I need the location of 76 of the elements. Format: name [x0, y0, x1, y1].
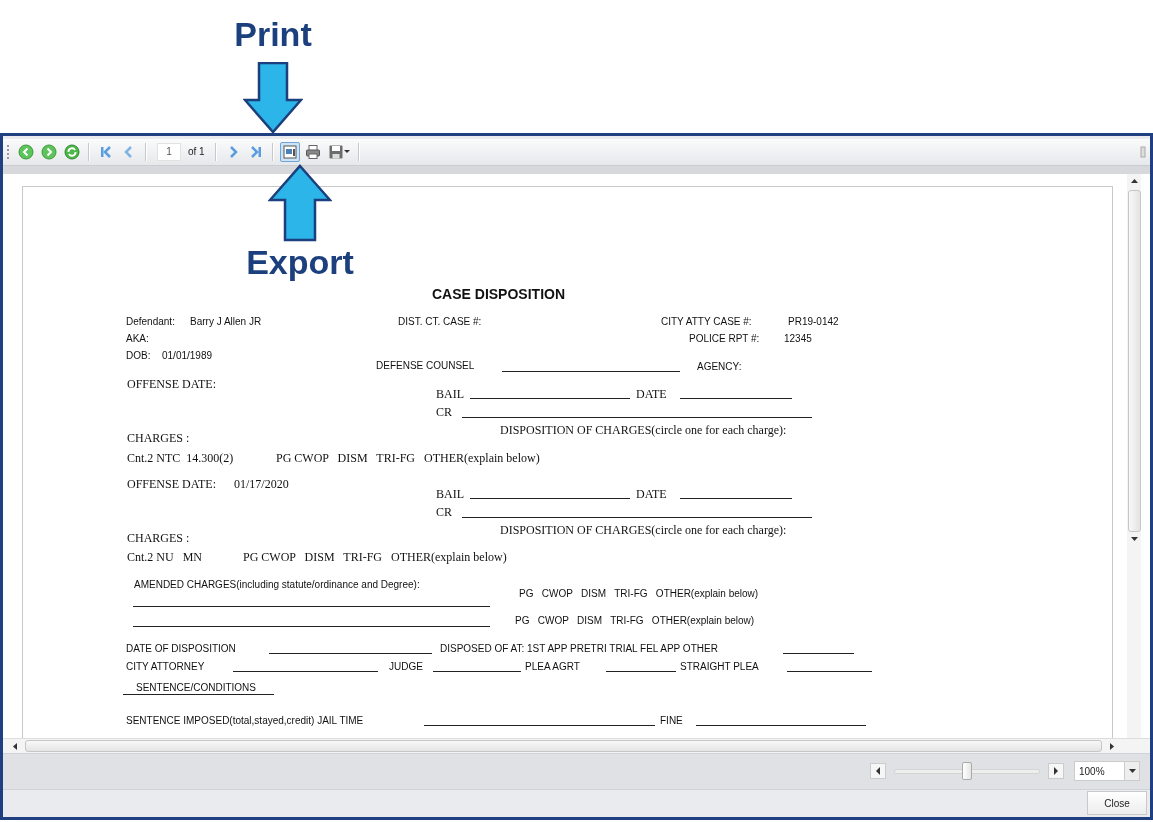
- form-text: CR: [436, 504, 452, 521]
- first-page-icon: [98, 143, 114, 160]
- zoom-slider[interactable]: [892, 762, 1042, 781]
- fill-in-line: [606, 671, 676, 673]
- fill-in-line: [783, 653, 854, 655]
- callout-label: Export: [246, 242, 354, 282]
- slider-thumb[interactable]: [961, 762, 972, 781]
- form-text: CITY ATTY CASE #:: [661, 315, 752, 329]
- page-number-field[interactable]: 1: [157, 142, 181, 161]
- page-count: of 1: [188, 146, 205, 158]
- form-text: OFFENSE DATE:: [127, 476, 216, 493]
- form-text: POLICE RPT #:: [689, 332, 760, 346]
- forward-icon: [41, 143, 57, 160]
- form-text: DOB:: [126, 349, 151, 363]
- form-text: DISPOSITION OF CHARGES(circle one for each charge):: [500, 522, 787, 539]
- form-text: PG CWOP DISM TRI-FG OTHER(explain below): [276, 450, 540, 467]
- form-text: FINE: [660, 714, 683, 728]
- form-text: Barry J Allen JR: [190, 315, 262, 329]
- form-text: DATE OF DISPOSITION: [126, 642, 236, 656]
- up-arrow-icon[interactable]: [1130, 179, 1138, 184]
- left-arrow-icon[interactable]: [13, 742, 17, 750]
- left-arrow-icon: [875, 767, 881, 776]
- form-text: PG CWOP DISM TRI-FG OTHER(explain below): [243, 549, 507, 566]
- right-arrow-icon[interactable]: [1110, 742, 1114, 750]
- zoom-in-button[interactable]: [1048, 763, 1064, 780]
- page-layout-icon: [281, 143, 298, 160]
- vertical-scrollbar[interactable]: [1127, 174, 1141, 739]
- print-icon: [304, 143, 321, 160]
- form-text: Cnt.2 NU MN: [127, 549, 202, 566]
- form-text: PG CWOP DISM TRI-FG OTHER(explain below): [515, 614, 755, 628]
- form-text: 12345: [784, 332, 812, 346]
- refresh-button[interactable]: [62, 141, 82, 162]
- form-text: SENTENCE/CONDITIONS: [136, 681, 256, 695]
- caret-icon: [343, 150, 350, 154]
- form-text: 01/17/2020: [234, 476, 289, 493]
- form-text: AMENDED CHARGES(including statute/ordinance and Degree):: [134, 578, 420, 592]
- caret-icon: [1128, 769, 1136, 774]
- form-text: AGENCY:: [697, 360, 742, 374]
- form-text: 01/01/1989: [162, 349, 213, 363]
- form-text: DATE: [636, 386, 667, 403]
- form-text: DEFENSE COUNSEL: [376, 359, 475, 373]
- form-text: PR19-0142: [788, 315, 839, 329]
- refresh-icon: [64, 143, 80, 160]
- back-button[interactable]: [16, 141, 36, 162]
- form-text: CITY ATTORNEY: [126, 660, 205, 674]
- toolbar-overflow-icon[interactable]: [1140, 144, 1146, 159]
- save-icon: [327, 143, 344, 160]
- callout-label: Print: [234, 14, 312, 54]
- forward-button[interactable]: [39, 141, 59, 162]
- horizontal-scrollbar[interactable]: [3, 738, 1150, 754]
- form-text: DISPOSITION OF CHARGES(circle one for each charge):: [500, 422, 787, 439]
- form-text: PLEA AGRT: [525, 660, 580, 674]
- form-text: AKA:: [126, 332, 149, 346]
- form-text: BAIL: [436, 386, 464, 403]
- form-text: CHARGES :: [127, 530, 190, 547]
- report-title: CASE DISPOSITION: [432, 286, 566, 303]
- back-icon: [18, 143, 34, 160]
- down-arrow-icon[interactable]: [1130, 537, 1138, 542]
- form-text: Defendant:: [126, 315, 175, 329]
- form-text: DIST. CT. CASE #:: [398, 315, 482, 329]
- form-text: SENTENCE IMPOSED(total,stayed,credit) JAIL TIME: [126, 714, 364, 728]
- zoom-out-button[interactable]: [870, 763, 886, 780]
- form-text: DISPOSED OF AT: 1ST APP PRETRI TRIAL FEL APP OTHER: [440, 642, 718, 656]
- right-arrow-icon: [1053, 767, 1059, 776]
- form-text: DATE: [636, 486, 667, 503]
- form-text: OFFENSE DATE:: [127, 376, 216, 393]
- form-text: PG CWOP DISM TRI-FG OTHER(explain below): [519, 587, 759, 601]
- form-text: CHARGES :: [127, 430, 190, 447]
- form-text: STRAIGHT PLEA: [680, 660, 759, 674]
- form-text: CR: [436, 404, 452, 421]
- form-text: Cnt.2 NTC 14.300(2): [127, 450, 234, 467]
- page-layout-button[interactable]: [279, 141, 300, 162]
- form-text: JUDGE: [389, 660, 423, 674]
- form-text: BAIL: [436, 486, 464, 503]
- close-button[interactable]: Close: [1087, 791, 1147, 816]
- zoom-dropdown[interactable]: 100%: [1074, 761, 1140, 782]
